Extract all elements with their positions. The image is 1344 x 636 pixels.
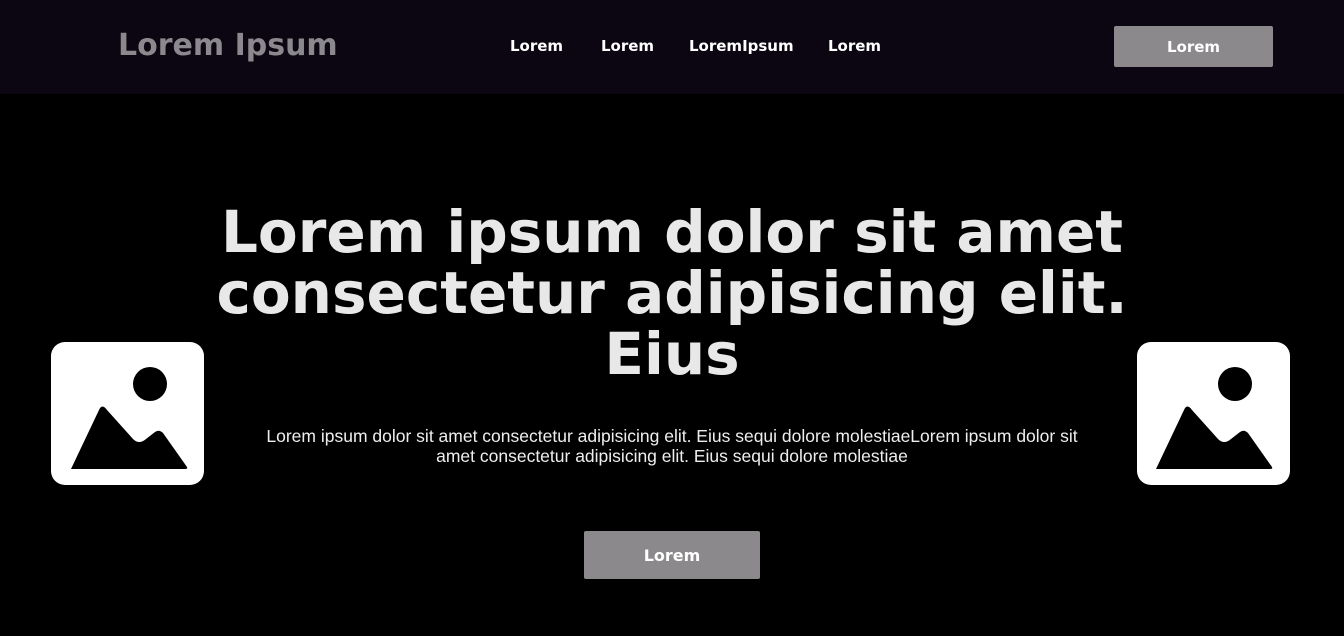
nav-link-3[interactable]: LoremIpsum — [689, 37, 794, 55]
hero-cta-button[interactable]: Lorem — [584, 531, 760, 579]
image-icon — [1156, 367, 1273, 469]
nav-link-4[interactable]: Lorem — [828, 37, 881, 55]
landing-page: Lorem Ipsum Lorem Lorem LoremIpsum Lorem… — [0, 0, 1344, 636]
nav-link-1[interactable]: Lorem — [510, 37, 563, 55]
image-placeholder-right — [1137, 342, 1290, 485]
nav-link-2[interactable]: Lorem — [601, 37, 654, 55]
header-cta-button[interactable]: Lorem — [1114, 26, 1273, 67]
header: Lorem Ipsum Lorem Lorem LoremIpsum Lorem… — [0, 0, 1344, 94]
hero-description: Lorem ipsum dolor sit amet consectetur a… — [266, 426, 1078, 466]
logo[interactable]: Lorem Ipsum — [118, 28, 338, 63]
hero-title: Lorem ipsum dolor sit amet consectetur a… — [216, 198, 1128, 388]
